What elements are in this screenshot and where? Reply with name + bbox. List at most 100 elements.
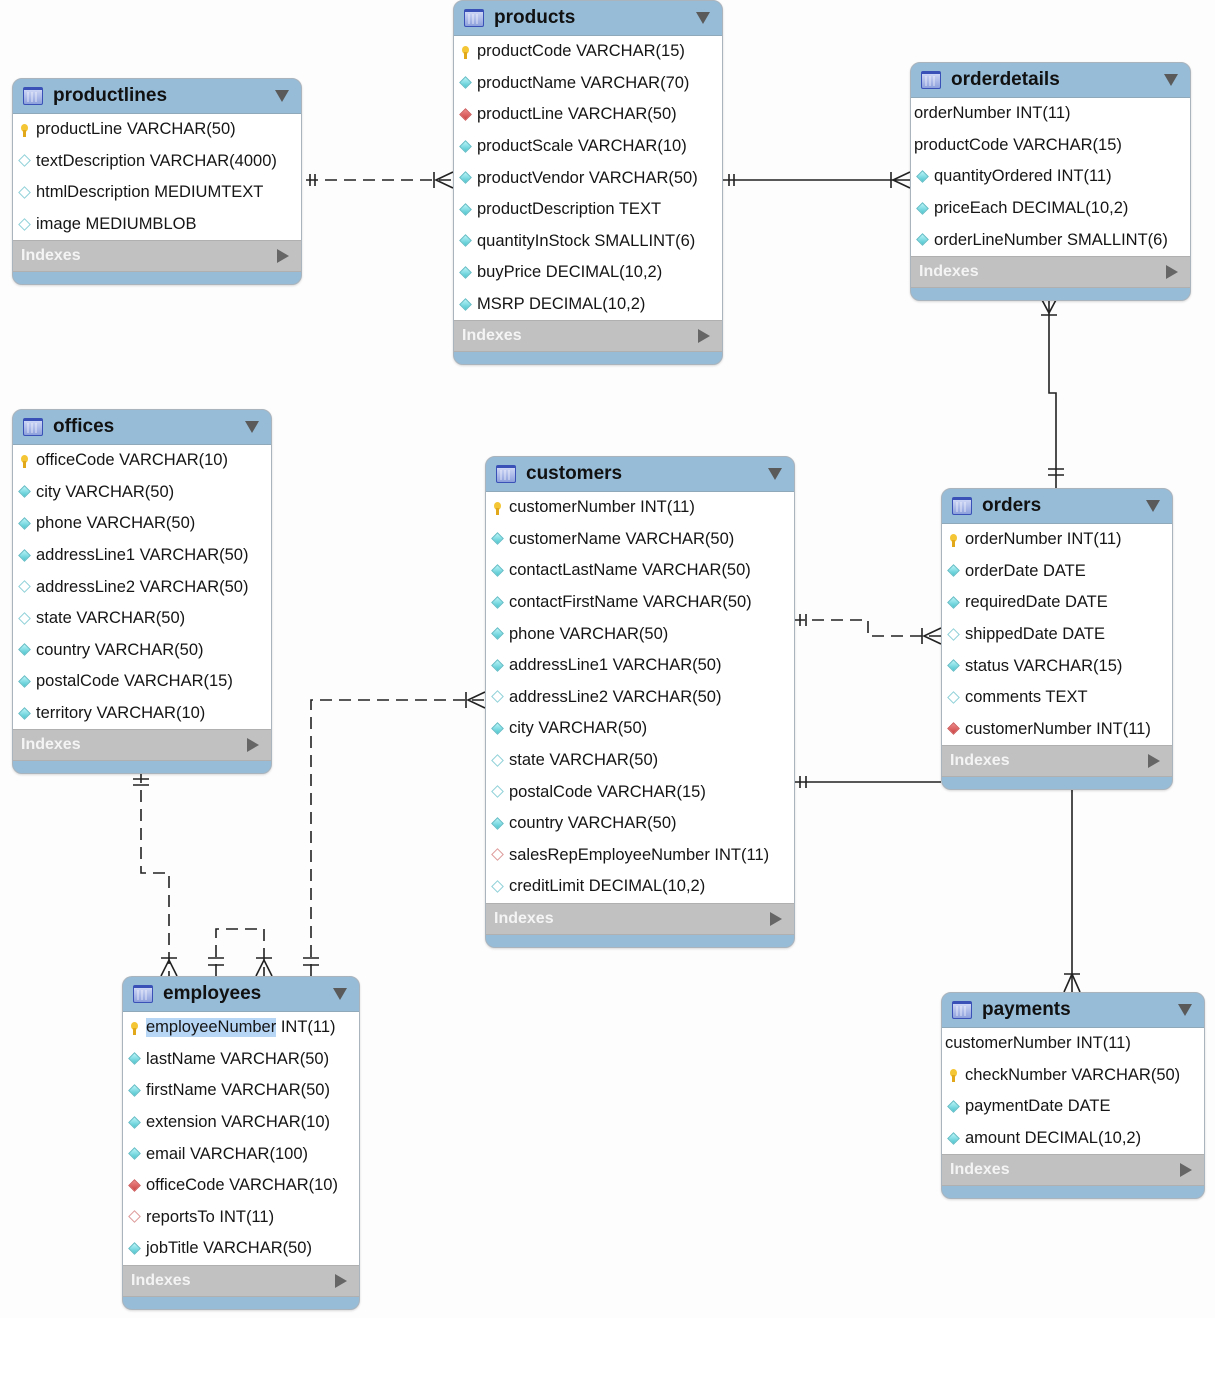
- expand-arrow-icon[interactable]: [335, 1273, 347, 1288]
- column-row[interactable]: textDescription VARCHAR(4000): [13, 146, 301, 178]
- column-row[interactable]: productCode VARCHAR(15): [454, 36, 722, 68]
- indexes-section[interactable]: Indexes: [454, 320, 722, 353]
- indexes-section[interactable]: Indexes: [123, 1264, 359, 1297]
- column-row[interactable]: reportsTo INT(11): [123, 1202, 359, 1234]
- column-row[interactable]: productLine VARCHAR(50): [13, 114, 301, 146]
- column-row[interactable]: quantityInStock SMALLINT(6): [454, 226, 722, 258]
- collapse-toggle-icon[interactable]: [275, 90, 289, 102]
- indexes-section[interactable]: Indexes: [13, 240, 301, 273]
- column-row[interactable]: addressLine1 VARCHAR(50): [13, 540, 271, 572]
- column-row[interactable]: MSRP DECIMAL(10,2): [454, 289, 722, 321]
- column-row[interactable]: productCode VARCHAR(15): [911, 130, 1190, 162]
- column-row[interactable]: addressLine1 VARCHAR(50): [486, 650, 794, 682]
- column-row[interactable]: requiredDate DATE: [942, 587, 1172, 619]
- column-row[interactable]: buyPrice DECIMAL(10,2): [454, 257, 722, 289]
- column-row[interactable]: phone VARCHAR(50): [13, 508, 271, 540]
- column-row[interactable]: addressLine2 VARCHAR(50): [13, 571, 271, 603]
- column-row[interactable]: postalCode VARCHAR(15): [13, 666, 271, 698]
- collapse-toggle-icon[interactable]: [1146, 500, 1160, 512]
- column-row[interactable]: htmlDescription MEDIUMTEXT: [13, 177, 301, 209]
- key-glyph: [131, 1021, 138, 1035]
- column-row[interactable]: country VARCHAR(50): [13, 635, 271, 667]
- expand-arrow-icon[interactable]: [1166, 264, 1178, 279]
- column-row[interactable]: country VARCHAR(50): [486, 808, 794, 840]
- expand-arrow-icon[interactable]: [277, 249, 289, 264]
- column-row[interactable]: orderNumber INT(11): [942, 524, 1172, 556]
- expand-arrow-icon[interactable]: [1180, 1163, 1192, 1178]
- column-row[interactable]: productLine VARCHAR(50): [454, 99, 722, 131]
- indexes-section[interactable]: Indexes: [13, 729, 271, 762]
- column-row[interactable]: priceEach DECIMAL(10,2): [911, 193, 1190, 225]
- column-row[interactable]: contactLastName VARCHAR(50): [486, 555, 794, 587]
- column-row[interactable]: comments TEXT: [942, 682, 1172, 714]
- table-header[interactable]: payments: [942, 993, 1204, 1027]
- table-orderdetails[interactable]: orderdetails orderNumber INT(11) productCo…: [910, 62, 1191, 301]
- indexes-section[interactable]: Indexes: [486, 902, 794, 935]
- column-row[interactable]: customerNumber INT(11): [942, 714, 1172, 746]
- collapse-toggle-icon[interactable]: [1178, 1004, 1192, 1016]
- collapse-toggle-icon[interactable]: [245, 421, 259, 433]
- column-row[interactable]: extension VARCHAR(10): [123, 1107, 359, 1139]
- column-row[interactable]: paymentDate DATE: [942, 1091, 1204, 1123]
- column-row[interactable]: postalCode VARCHAR(15): [486, 776, 794, 808]
- expand-arrow-icon[interactable]: [770, 911, 782, 926]
- column-row[interactable]: productScale VARCHAR(10): [454, 131, 722, 163]
- column-row[interactable]: shippedDate DATE: [942, 619, 1172, 651]
- column-row[interactable]: checkNumber VARCHAR(50): [942, 1060, 1204, 1092]
- table-header[interactable]: customers: [486, 457, 794, 491]
- table-orders[interactable]: orders orderNumber INT(11) orderDate DATE r…: [941, 488, 1173, 791]
- expand-arrow-icon[interactable]: [247, 738, 259, 753]
- collapse-toggle-icon[interactable]: [768, 468, 782, 480]
- column-row[interactable]: territory VARCHAR(10): [13, 698, 271, 730]
- table-header[interactable]: offices: [13, 410, 271, 444]
- collapse-toggle-icon[interactable]: [333, 988, 347, 1000]
- table-productlines[interactable]: productlines productLine VARCHAR(50) textD…: [12, 78, 302, 286]
- column-row[interactable]: officeCode VARCHAR(10): [123, 1170, 359, 1202]
- expand-arrow-icon[interactable]: [698, 329, 710, 344]
- collapse-toggle-icon[interactable]: [1164, 74, 1178, 86]
- column-row[interactable]: customerNumber INT(11): [486, 492, 794, 524]
- column-row[interactable]: city VARCHAR(50): [486, 713, 794, 745]
- collapse-toggle-icon[interactable]: [696, 12, 710, 24]
- column-row[interactable]: productDescription TEXT: [454, 194, 722, 226]
- table-header[interactable]: orderdetails: [911, 63, 1190, 97]
- column-row[interactable]: productName VARCHAR(70): [454, 68, 722, 100]
- table-customers[interactable]: customers customerNumber INT(11) customerN…: [485, 456, 795, 948]
- column-row[interactable]: state VARCHAR(50): [13, 603, 271, 635]
- column-row[interactable]: orderLineNumber SMALLINT(6): [911, 224, 1190, 256]
- column-row[interactable]: officeCode VARCHAR(10): [13, 445, 271, 477]
- column-row[interactable]: creditLimit DECIMAL(10,2): [486, 871, 794, 903]
- table-header[interactable]: products: [454, 1, 722, 35]
- column-row[interactable]: customerName VARCHAR(50): [486, 524, 794, 556]
- column-row[interactable]: lastName VARCHAR(50): [123, 1044, 359, 1076]
- indexes-section[interactable]: Indexes: [942, 1154, 1204, 1187]
- table-products[interactable]: products productCode VARCHAR(15) productNa…: [453, 0, 723, 366]
- column-row[interactable]: image MEDIUMBLOB: [13, 209, 301, 241]
- column-row[interactable]: orderNumber INT(11): [911, 98, 1190, 130]
- column-row[interactable]: phone VARCHAR(50): [486, 618, 794, 650]
- table-offices[interactable]: offices officeCode VARCHAR(10) city VARCHA…: [12, 409, 272, 775]
- column-row[interactable]: city VARCHAR(50): [13, 477, 271, 509]
- column-row[interactable]: amount DECIMAL(10,2): [942, 1123, 1204, 1155]
- table-employees[interactable]: employees employeeNumber INT(11) lastName …: [122, 976, 360, 1310]
- column-row[interactable]: employeeNumber INT(11): [123, 1012, 359, 1044]
- column-row[interactable]: status VARCHAR(15): [942, 650, 1172, 682]
- column-row[interactable]: jobTitle VARCHAR(50): [123, 1233, 359, 1265]
- table-header[interactable]: orders: [942, 489, 1172, 523]
- column-row[interactable]: salesRepEmployeeNumber INT(11): [486, 840, 794, 872]
- column-row[interactable]: email VARCHAR(100): [123, 1138, 359, 1170]
- column-row[interactable]: customerNumber INT(11): [942, 1028, 1204, 1060]
- table-header[interactable]: productlines: [13, 79, 301, 113]
- column-row[interactable]: orderDate DATE: [942, 556, 1172, 588]
- column-row[interactable]: contactFirstName VARCHAR(50): [486, 587, 794, 619]
- expand-arrow-icon[interactable]: [1148, 754, 1160, 769]
- column-row[interactable]: state VARCHAR(50): [486, 745, 794, 777]
- column-row[interactable]: addressLine2 VARCHAR(50): [486, 682, 794, 714]
- table-header[interactable]: employees: [123, 977, 359, 1011]
- column-row[interactable]: quantityOrdered INT(11): [911, 161, 1190, 193]
- column-row[interactable]: firstName VARCHAR(50): [123, 1075, 359, 1107]
- indexes-section[interactable]: Indexes: [942, 745, 1172, 778]
- indexes-section[interactable]: Indexes: [911, 255, 1190, 288]
- table-payments[interactable]: payments customerNumber INT(11) checkNumbe…: [941, 992, 1205, 1200]
- column-row[interactable]: productVendor VARCHAR(50): [454, 162, 722, 194]
